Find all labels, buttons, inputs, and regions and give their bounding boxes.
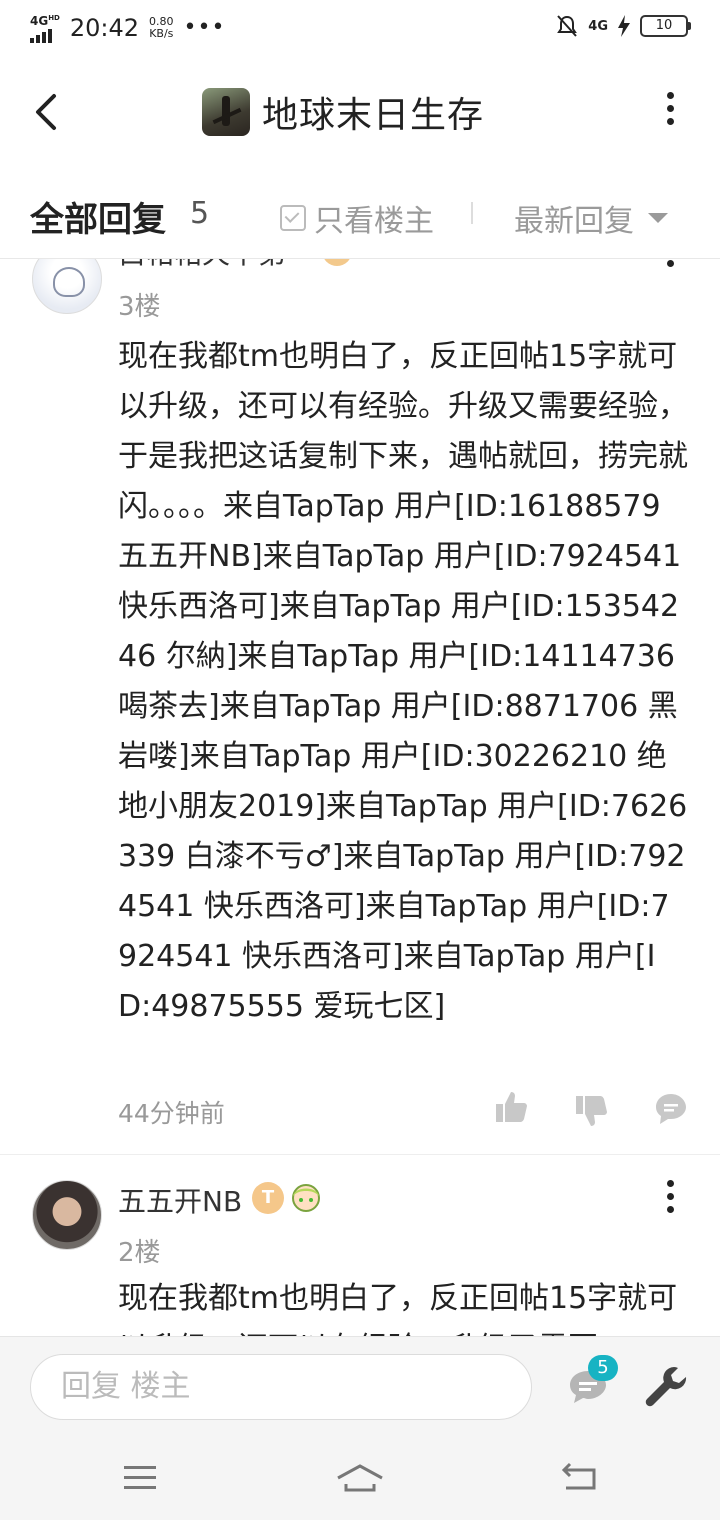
game-title-area[interactable]: 地球末日生存 [202, 86, 484, 138]
level-badge-icon [322, 258, 352, 266]
sort-dropdown[interactable]: 最新回复 [514, 196, 668, 240]
reply-input[interactable]: 回复 楼主 [30, 1354, 532, 1420]
reply-filter-bar: 全部回复 5 只看楼主 最新回复 [0, 168, 720, 259]
reply-divider [0, 1154, 720, 1155]
signal-icon [30, 27, 60, 43]
battery-icon: 10 [640, 15, 691, 37]
back-button[interactable] [26, 84, 74, 140]
page-title: 地球末日生存 [262, 95, 485, 136]
status-bar: 4GHD 20:42 0.80 KB/s ••• 4G 10 [0, 0, 720, 56]
thumbs-up-icon[interactable] [494, 1090, 528, 1124]
reply-input-bar: 回复 楼主 5 [0, 1336, 720, 1437]
network-speed: 0.80 KB/s [149, 14, 174, 40]
network-indicator: 4GHD [30, 12, 60, 43]
reply-input-placeholder: 回复 楼主 [61, 1369, 191, 1404]
avatar[interactable] [32, 1180, 102, 1250]
floor-number: 3楼 [118, 292, 161, 322]
menu-icon[interactable] [120, 1462, 160, 1494]
title-bar: 地球末日生存 [0, 56, 720, 169]
reply-body: 现在我都tm也明白了，反正回帖15字就可以升级，还可以有经验。升级又需要 [118, 1281, 678, 1336]
messages-badge: 5 [588, 1355, 618, 1381]
floor-number: 2楼 [118, 1238, 161, 1268]
character-badge-icon [292, 1184, 320, 1212]
checkbox-icon [280, 205, 306, 231]
avatar[interactable] [32, 258, 102, 314]
chevron-left-icon [36, 94, 56, 130]
reply-time: 44分钟前 [118, 1099, 225, 1128]
back-nav-icon[interactable] [560, 1462, 600, 1494]
battery-level: 10 [655, 18, 673, 33]
charging-icon [618, 15, 630, 37]
more-vertical-icon [660, 258, 680, 267]
speed-value: 0.80 [149, 14, 174, 28]
system-nav-bar [0, 1436, 720, 1520]
network-label: 4G [30, 14, 49, 28]
divider [471, 202, 473, 224]
more-vertical-icon [660, 1180, 680, 1213]
home-icon[interactable] [336, 1462, 384, 1494]
reply-body: 现在我都tm也明白了，反正回帖15字就可以升级，还可以有经验。升级又需要经验，于… [118, 339, 688, 1024]
caret-down-icon [648, 213, 668, 223]
mute-bell-icon [557, 15, 578, 37]
clock: 20:42 [69, 13, 140, 42]
network-4g-label: 4G [588, 18, 608, 34]
all-replies-label: 全部回复 [30, 200, 166, 240]
username[interactable]: 白帖帖天下第一 [118, 258, 314, 272]
reply-list[interactable]: 白帖帖天下第一 3楼 现在我都tm也明白了，反正回帖15字就可以升级，还可以有经… [0, 258, 720, 1336]
more-vertical-icon [660, 92, 680, 125]
only-op-label: 只看楼主 [314, 204, 434, 239]
wrench-icon[interactable] [644, 1365, 688, 1409]
thumbs-down-icon[interactable] [574, 1094, 608, 1128]
only-op-toggle[interactable]: 只看楼主 [280, 196, 434, 240]
comment-icon[interactable] [654, 1092, 688, 1126]
more-options-button[interactable] [660, 92, 680, 136]
more-notifications-icon: ••• [183, 15, 226, 40]
reply-count: 5 [190, 196, 210, 231]
speed-unit: KB/s [149, 26, 174, 40]
reply-menu-button[interactable] [660, 258, 680, 274]
sort-label: 最新回复 [514, 204, 634, 239]
level-badge-label: T [261, 1187, 275, 1208]
network-hd-label: HD [48, 14, 60, 22]
game-icon [202, 88, 250, 136]
level-badge-icon: T [252, 1182, 284, 1214]
reply-menu-button[interactable] [660, 1180, 680, 1220]
username[interactable]: 五五开NB [118, 1180, 242, 1220]
